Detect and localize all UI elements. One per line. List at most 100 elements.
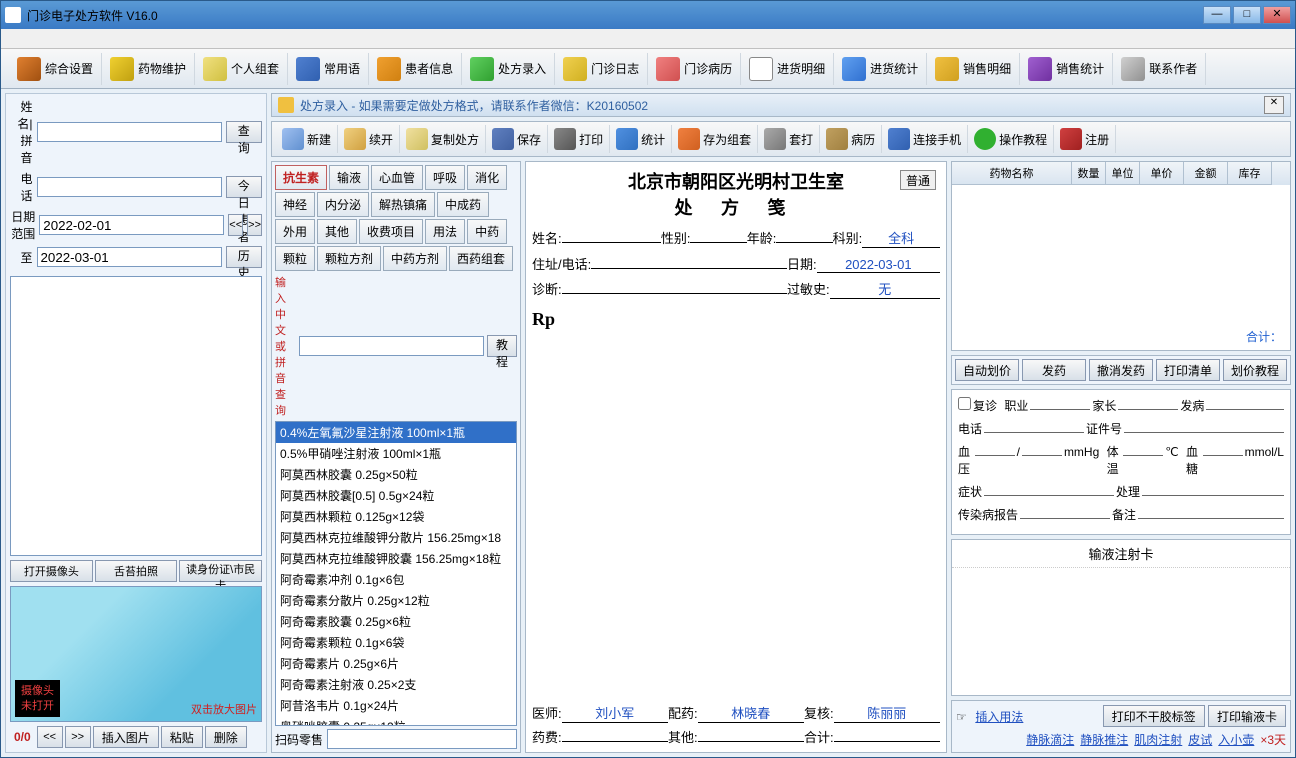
toolbar-个人组套[interactable]: 个人组套: [195, 53, 288, 85]
inv-btn-撤消发药[interactable]: 撤消发药: [1089, 359, 1153, 381]
drug-item[interactable]: 奥硝唑胶囊 0.25g×12粒: [276, 716, 516, 726]
camera-preview[interactable]: 摄像头未打开 双击放大图片: [10, 586, 262, 722]
drug-tab-其他[interactable]: 其他: [317, 219, 357, 244]
inventory-table[interactable]: 药物名称数量单位单价金额库存 合计：: [951, 161, 1291, 351]
sugar-field[interactable]: [1203, 442, 1243, 456]
tongue-photo-button[interactable]: 舌苔拍照: [95, 560, 178, 582]
subtool-新建[interactable]: 新建: [276, 125, 338, 153]
minimize-button[interactable]: —: [1203, 6, 1231, 24]
onset-field[interactable]: [1206, 396, 1284, 410]
toolbar-销售明细[interactable]: 销售明细: [927, 53, 1020, 85]
toolbar-联系作者[interactable]: 联系作者: [1113, 53, 1206, 85]
job-field[interactable]: [1030, 396, 1090, 410]
mode-静脉滴注[interactable]: 静脉滴注: [1026, 731, 1074, 748]
toolbar-门诊日志[interactable]: 门诊日志: [555, 53, 648, 85]
drug-tab-中成药[interactable]: 中成药: [437, 192, 489, 217]
name-input[interactable]: [37, 122, 222, 142]
drug-tab-颗粒方剂[interactable]: 颗粒方剂: [317, 246, 381, 271]
drug-tab-颗粒[interactable]: 颗粒: [275, 246, 315, 271]
drug-list[interactable]: 0.4%左氧氟沙星注射液 100ml×1瓶0.5%甲硝唑注射液 100ml×1瓶…: [275, 421, 517, 726]
subtool-统计[interactable]: 统计: [610, 125, 672, 153]
toolbar-进货明细[interactable]: 进货明细: [741, 53, 834, 85]
rx-date-field[interactable]: 2022-03-01: [817, 257, 940, 273]
mode-皮试[interactable]: 皮试: [1188, 731, 1212, 748]
rx-address-field[interactable]: [591, 268, 787, 269]
drug-tab-抗生素[interactable]: 抗生素: [275, 165, 327, 190]
toolbar-药物维护[interactable]: 药物维护: [102, 53, 195, 85]
history-rx-button[interactable]: 历史处方: [226, 246, 262, 268]
subwindow-close-button[interactable]: ✕: [1264, 96, 1284, 114]
drug-tab-收费项目[interactable]: 收费项目: [359, 219, 423, 244]
rx-diagnosis-field[interactable]: [562, 293, 787, 294]
drug-tab-心血管[interactable]: 心血管: [371, 165, 423, 190]
print-label-button[interactable]: 打印不干胶标签: [1103, 705, 1205, 727]
mode-入小壶[interactable]: 入小壶: [1218, 731, 1254, 748]
note-field[interactable]: [1138, 505, 1284, 519]
inv-btn-划价教程[interactable]: 划价教程: [1223, 359, 1287, 381]
drug-tab-中药方剂[interactable]: 中药方剂: [383, 246, 447, 271]
temp-field[interactable]: [1123, 442, 1163, 456]
drug-item[interactable]: 阿奇霉素颗粒 0.1g×6袋: [276, 632, 516, 653]
toolbar-患者信息[interactable]: 患者信息: [369, 53, 462, 85]
drug-tab-用法[interactable]: 用法: [425, 219, 465, 244]
drug-tab-输液[interactable]: 输液: [329, 165, 369, 190]
search-button[interactable]: 查 询: [226, 121, 262, 143]
rx-sex-field[interactable]: [690, 242, 746, 243]
toolbar-常用语[interactable]: 常用语: [288, 53, 369, 85]
drug-search-input[interactable]: [299, 336, 484, 356]
paste-button[interactable]: 粘贴: [161, 726, 203, 748]
treatment-field[interactable]: [1142, 482, 1284, 496]
mode-times[interactable]: ×3天: [1260, 731, 1286, 748]
subtool-复制处方[interactable]: 复制处方: [400, 125, 486, 153]
subtool-注册[interactable]: 注册: [1054, 125, 1116, 153]
drug-tab-外用[interactable]: 外用: [275, 219, 315, 244]
drug-item[interactable]: 阿莫西林克拉维酸钾分散片 156.25mg×18: [276, 527, 516, 548]
drug-item[interactable]: 阿莫西林颗粒 0.125g×12袋: [276, 506, 516, 527]
drug-tab-解热镇痛[interactable]: 解热镇痛: [371, 192, 435, 217]
img-prev-button[interactable]: <<: [37, 726, 63, 748]
img-next-button[interactable]: >>: [65, 726, 91, 748]
rx-pharmacist-field[interactable]: 林晓春: [698, 703, 804, 723]
revisit-checkbox[interactable]: [958, 397, 971, 410]
bp-sys-field[interactable]: [975, 442, 1015, 456]
drug-item[interactable]: 阿莫西林胶囊 0.25g×50粒: [276, 464, 516, 485]
delete-button[interactable]: 删除: [205, 726, 247, 748]
toolbar-门诊病历[interactable]: 门诊病历: [648, 53, 741, 85]
form-phone-field[interactable]: [984, 419, 1084, 433]
date-from-input[interactable]: [39, 215, 224, 235]
drug-item[interactable]: 阿奇霉素分散片 0.25g×12粒: [276, 590, 516, 611]
date-to-input[interactable]: [37, 247, 222, 267]
rx-type-button[interactable]: 普通: [900, 170, 936, 190]
drug-item[interactable]: 阿奇霉素胶囊 0.25g×6粒: [276, 611, 516, 632]
toolbar-处方录入[interactable]: 处方录入: [462, 53, 555, 85]
rx-reviewer-field[interactable]: 陈丽丽: [834, 703, 940, 723]
toolbar-进货统计[interactable]: 进货统计: [834, 53, 927, 85]
next-button[interactable]: >>: [247, 214, 262, 236]
prev-button[interactable]: <<: [228, 214, 243, 236]
infusion-card-body[interactable]: [952, 568, 1290, 695]
patient-list[interactable]: [10, 276, 262, 556]
maximize-button[interactable]: □: [1233, 6, 1261, 24]
subtool-操作教程[interactable]: 操作教程: [968, 125, 1054, 153]
print-infusion-card-button[interactable]: 打印输液卡: [1208, 705, 1286, 727]
parent-field[interactable]: [1118, 396, 1178, 410]
mode-静脉推注[interactable]: 静脉推注: [1080, 731, 1128, 748]
subtool-打印[interactable]: 打印: [548, 125, 610, 153]
subtool-保存[interactable]: 保存: [486, 125, 548, 153]
bp-dia-field[interactable]: [1022, 442, 1062, 456]
drug-item[interactable]: 阿莫西林克拉维酸钾胶囊 156.25mg×18粒: [276, 548, 516, 569]
drug-item[interactable]: 阿莫西林胶囊[0.5] 0.5g×24粒: [276, 485, 516, 506]
insert-image-button[interactable]: 插入图片: [93, 726, 159, 748]
rx-allergy-field[interactable]: 无: [830, 279, 940, 299]
rx-doctor-field[interactable]: 刘小军: [562, 703, 668, 723]
scan-input[interactable]: [327, 729, 517, 749]
drug-item[interactable]: 0.4%左氧氟沙星注射液 100ml×1瓶: [276, 422, 516, 443]
rx-other-field[interactable]: [698, 741, 804, 742]
inv-btn-发药[interactable]: 发药: [1022, 359, 1086, 381]
rx-name-field[interactable]: [562, 242, 661, 243]
idno-field[interactable]: [1124, 419, 1284, 433]
toolbar-综合设置[interactable]: 综合设置: [9, 53, 102, 85]
toolbar-销售统计[interactable]: 销售统计: [1020, 53, 1113, 85]
subtool-套打[interactable]: 套打: [758, 125, 820, 153]
read-idcard-button[interactable]: 读身份证\市民卡: [179, 560, 262, 582]
